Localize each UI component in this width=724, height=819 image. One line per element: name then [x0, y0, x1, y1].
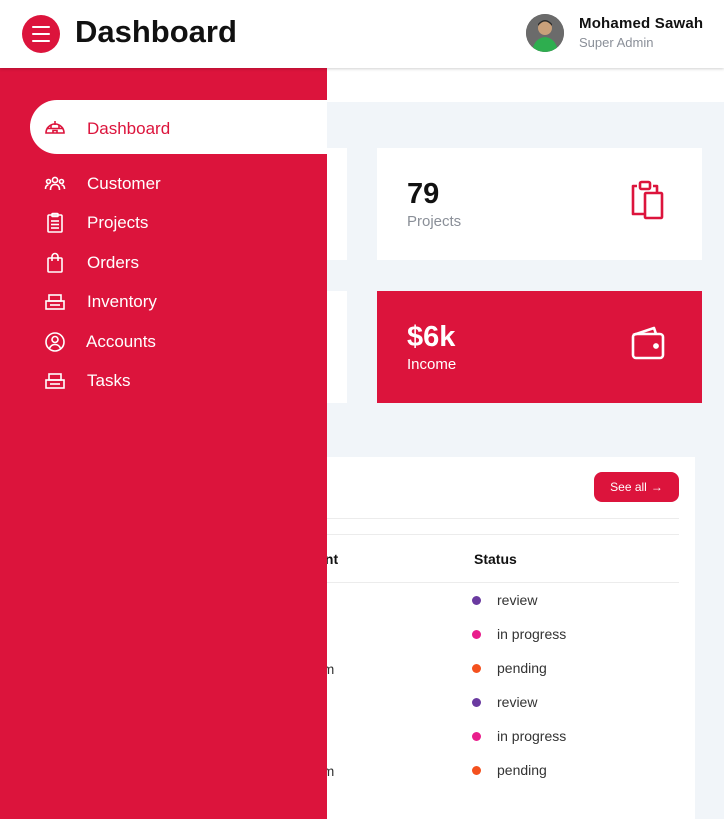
- table-row[interactable]: Teampending: [300, 755, 679, 785]
- sidebar-item-projects[interactable]: Projects: [30, 203, 327, 241]
- arrow-right-icon: →: [650, 480, 663, 494]
- recent-orders-panel: See all → tment Status mreviewndin progr…: [300, 457, 695, 819]
- sidebar-item-label: Inventory: [87, 292, 157, 311]
- sidebar-item-label: Accounts: [86, 332, 156, 351]
- stat-label: Projects: [407, 213, 462, 230]
- cell-status: pending: [497, 660, 547, 676]
- sidebar-item-tasks[interactable]: Tasks: [30, 361, 327, 399]
- igloo-icon: [44, 116, 66, 138]
- see-all-button[interactable]: See all →: [594, 472, 679, 502]
- table-top-border: [300, 534, 679, 535]
- clipboard-icon: [630, 180, 666, 227]
- status-dot: [472, 596, 481, 605]
- stat-card-projects[interactable]: 79 Projects: [377, 148, 702, 260]
- table-row[interactable]: ndin progress: [300, 721, 679, 751]
- sidebar-item-orders[interactable]: Orders: [30, 243, 327, 281]
- table-row[interactable]: mreview: [300, 585, 679, 615]
- table-header-divider: [300, 582, 679, 583]
- sidebar: Dashboard Customer Projects Orders Inven…: [0, 68, 327, 819]
- user-name: Mohamed Sawah: [579, 15, 704, 32]
- cell-status: review: [497, 694, 538, 710]
- sidebar-item-customer[interactable]: Customer: [30, 164, 327, 202]
- top-header: Dashboard Mohamed Sawah Super Admin: [0, 0, 724, 68]
- status-dot: [472, 766, 481, 775]
- cell-status: in progress: [497, 626, 567, 642]
- page-title: Dashboard: [75, 14, 237, 49]
- shopping-bag-icon: [44, 252, 66, 274]
- status-dot: [472, 698, 481, 707]
- stat-card-income[interactable]: $6k Income: [377, 291, 702, 403]
- stat-value: $6k: [407, 321, 456, 353]
- sidebar-item-label: Tasks: [87, 371, 131, 390]
- clipboard-list-icon: [44, 212, 66, 234]
- cell-status: review: [497, 592, 538, 608]
- stat-label: Income: [407, 356, 457, 373]
- sidebar-item-label: Customer: [87, 174, 161, 193]
- sidebar-item-label: Dashboard: [87, 119, 171, 138]
- wallet-icon: [630, 325, 666, 366]
- status-dot: [472, 630, 481, 639]
- inbox-tray-icon: [44, 291, 66, 313]
- sidebar-item-dashboard[interactable]: Dashboard: [30, 100, 327, 154]
- tasks-tray-icon: [44, 370, 66, 392]
- status-dot: [472, 664, 481, 673]
- status-dot: [472, 732, 481, 741]
- panel-divider: [300, 518, 679, 519]
- users-icon: [44, 173, 66, 195]
- sidebar-item-label: Orders: [87, 253, 139, 272]
- sidebar-item-label: Projects: [87, 213, 149, 232]
- column-header-status: Status: [474, 551, 517, 567]
- stat-value: 79: [407, 178, 440, 210]
- hamburger-menu-button[interactable]: [22, 15, 60, 53]
- see-all-label: See all: [610, 480, 647, 494]
- cell-status: in progress: [497, 728, 567, 744]
- user-role: Super Admin: [579, 35, 654, 50]
- avatar[interactable]: [526, 14, 564, 52]
- table-row[interactable]: mreview: [300, 687, 679, 717]
- user-circle-icon: [44, 331, 66, 353]
- table-row[interactable]: Teampending: [300, 653, 679, 683]
- sidebar-item-accounts[interactable]: Accounts: [30, 322, 327, 360]
- table-row[interactable]: ndin progress: [300, 619, 679, 649]
- cell-status: pending: [497, 762, 547, 778]
- sidebar-item-inventory[interactable]: Inventory: [30, 282, 327, 320]
